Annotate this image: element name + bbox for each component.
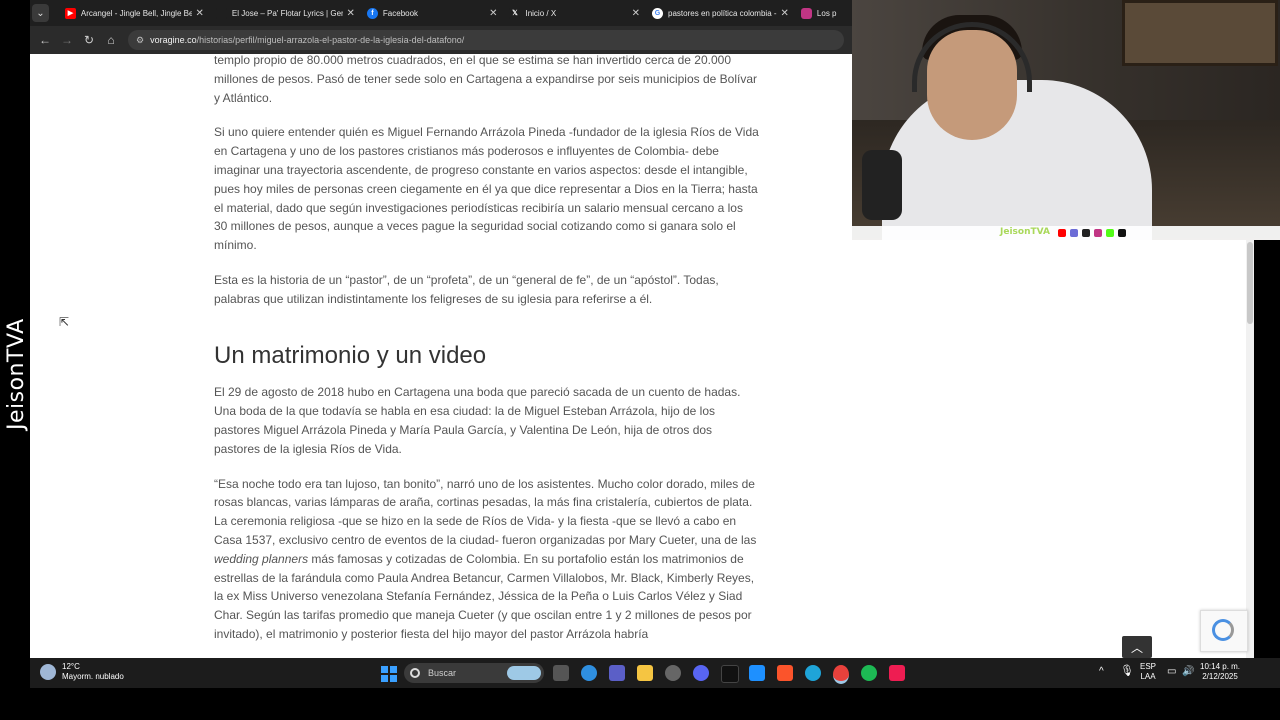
tab-youtube[interactable]: ▶ Arcangel - Jingle Bell, Jingle Be ✕ bbox=[59, 0, 210, 26]
language-indicator[interactable]: ESP LAA bbox=[1140, 662, 1156, 682]
webcam-overlay: JeisonTVA bbox=[852, 0, 1280, 240]
url-bar[interactable]: ⚙ voragine.co/historias/perfil/miguel-ar… bbox=[128, 30, 844, 50]
tab-title: El Jose – Pa' Flotar Lyrics | Geni bbox=[231, 8, 343, 18]
microphone-icon[interactable]: 🎙 bbox=[1120, 666, 1134, 677]
teams-icon[interactable] bbox=[609, 665, 625, 681]
tab-google-search[interactable]: G pastores en política colombia - ✕ bbox=[646, 0, 795, 26]
left-overlay-strip: JeisonTVA bbox=[0, 0, 30, 720]
windows-start-icon[interactable] bbox=[381, 666, 397, 682]
paragraph-text: “Esa noche todo era tan lujoso, tan boni… bbox=[214, 476, 757, 547]
streamer-handle: JeisonTVA bbox=[1000, 227, 1050, 237]
article-paragraph: El 29 de agosto de 2018 hubo en Cartagen… bbox=[214, 385, 741, 456]
windows-taskbar bbox=[30, 658, 1280, 688]
kick-icon bbox=[1106, 229, 1114, 237]
url-path: /historias/perfil/miguel-arrazola-el-pas… bbox=[196, 35, 465, 45]
reload-icon[interactable]: ↻ bbox=[78, 33, 100, 47]
article-paragraph: templo propio de 80.000 metros cuadrados… bbox=[214, 54, 757, 105]
recaptcha-badge[interactable] bbox=[1200, 610, 1248, 652]
home-icon[interactable]: ⌂ bbox=[100, 33, 122, 47]
wall-picture bbox=[1122, 0, 1278, 66]
chevron-up-icon[interactable]: ^ bbox=[1099, 667, 1104, 677]
copilot-icon[interactable] bbox=[581, 665, 597, 681]
tiktok-icon bbox=[1118, 229, 1126, 237]
search-icon bbox=[410, 668, 420, 678]
edge-icon[interactable] bbox=[805, 665, 821, 681]
tab-facebook[interactable]: f Facebook ✕ bbox=[361, 0, 504, 26]
clock-time: 10:14 p. m. bbox=[1200, 662, 1241, 671]
tiktok-icon[interactable] bbox=[721, 665, 739, 683]
tab-genius[interactable]: El Jose – Pa' Flotar Lyrics | Geni ✕ bbox=[210, 0, 361, 26]
volume-icon[interactable]: 🔊 bbox=[1182, 667, 1194, 677]
google-icon: G bbox=[652, 7, 664, 19]
back-to-top-button[interactable]: ︿ bbox=[1122, 636, 1152, 658]
tab-x[interactable]: 𝕏 Inicio / X ✕ bbox=[503, 0, 646, 26]
article-body: templo propio de 80.000 metros cuadrados… bbox=[214, 54, 759, 644]
mouse-cursor-icon: ⇱ bbox=[59, 315, 70, 329]
tab-title: pastores en política colombia - bbox=[668, 8, 777, 18]
tab-title: Facebook bbox=[382, 8, 419, 18]
facebook-icon: f bbox=[366, 7, 378, 19]
store-icon[interactable] bbox=[749, 665, 765, 681]
tab-title: Inicio / X bbox=[525, 8, 557, 18]
article-paragraph: Si uno quiere entender quién es Miguel F… bbox=[214, 125, 759, 253]
browser-tab-bar: ⌄ ▶ Arcangel - Jingle Bell, Jingle Be ✕ … bbox=[30, 0, 852, 26]
keyboard-layout: LAA bbox=[1140, 672, 1156, 681]
task-view-icon[interactable] bbox=[553, 665, 569, 681]
discord-icon bbox=[1070, 229, 1078, 237]
close-icon[interactable]: ✕ bbox=[781, 8, 789, 19]
streamer-hoodie bbox=[882, 80, 1152, 240]
weather-desc: Mayorm. nublado bbox=[62, 672, 124, 681]
tab-search-dropdown-icon[interactable]: ⌄ bbox=[32, 4, 49, 22]
tab-instagram[interactable]: Los p bbox=[795, 0, 852, 26]
close-icon[interactable]: ✕ bbox=[489, 8, 497, 19]
side-watermark: JeisonTVA bbox=[4, 318, 29, 430]
chrome-icon[interactable] bbox=[833, 665, 849, 684]
weather-widget[interactable]: 12°C Mayorm. nublado bbox=[40, 662, 124, 682]
close-icon[interactable]: ✕ bbox=[347, 8, 355, 19]
webcam-social-bar bbox=[852, 226, 1280, 240]
section-heading: Un matrimonio y un video bbox=[214, 341, 487, 369]
address-toolbar: ← → ↻ ⌂ ⚙ voragine.co/historias/perfil/m… bbox=[30, 26, 852, 54]
close-icon[interactable]: ✕ bbox=[196, 8, 204, 19]
settings-gear-icon[interactable] bbox=[665, 665, 681, 681]
search-placeholder: Buscar bbox=[428, 668, 457, 678]
emphasis-text: wedding planners bbox=[214, 551, 309, 566]
language-code: ESP bbox=[1140, 662, 1157, 671]
file-explorer-icon[interactable] bbox=[637, 665, 653, 681]
genius-icon bbox=[215, 7, 227, 19]
x-icon bbox=[1082, 229, 1090, 237]
cloud-icon bbox=[40, 664, 56, 680]
scrollbar-thumb[interactable] bbox=[1247, 242, 1253, 324]
page-scrollbar[interactable] bbox=[1246, 240, 1254, 658]
brave-icon[interactable] bbox=[777, 665, 793, 681]
discord-icon[interactable] bbox=[693, 665, 709, 681]
article-paragraph: “Esa noche todo era tan lujoso, tan boni… bbox=[214, 475, 759, 644]
youtube-icon bbox=[1058, 229, 1066, 237]
tab-title: Arcangel - Jingle Bell, Jingle Be bbox=[80, 8, 192, 18]
forward-arrow-icon[interactable]: → bbox=[56, 33, 78, 47]
url-domain: voragine.co bbox=[150, 35, 197, 45]
taskbar-search[interactable]: Buscar bbox=[404, 663, 544, 683]
bottom-letterbox bbox=[0, 688, 1280, 720]
spotify-icon[interactable] bbox=[861, 665, 877, 681]
site-info-icon[interactable]: ⚙ bbox=[136, 35, 144, 46]
search-highlight-icon bbox=[507, 666, 541, 680]
article-paragraph: Esta es la historia de un “pastor”, de u… bbox=[214, 272, 719, 306]
microphone-icon bbox=[862, 150, 902, 220]
back-arrow-icon[interactable]: ← bbox=[34, 33, 56, 47]
tab-title: Los p bbox=[816, 8, 837, 18]
x-icon: 𝕏 bbox=[509, 7, 521, 19]
weather-temp: 12°C bbox=[62, 662, 80, 671]
instagram-icon bbox=[800, 7, 812, 19]
clock-date: 2/12/2025 bbox=[1202, 672, 1238, 681]
youtube-icon: ▶ bbox=[64, 7, 76, 19]
instagram-icon bbox=[1094, 229, 1102, 237]
network-icon[interactable]: ▭ bbox=[1167, 667, 1176, 677]
recaptcha-icon bbox=[1212, 619, 1234, 641]
tiktok-studio-icon[interactable] bbox=[889, 665, 905, 681]
close-icon[interactable]: ✕ bbox=[632, 8, 640, 19]
clock[interactable]: 10:14 p. m. 2/12/2025 bbox=[1200, 662, 1240, 682]
